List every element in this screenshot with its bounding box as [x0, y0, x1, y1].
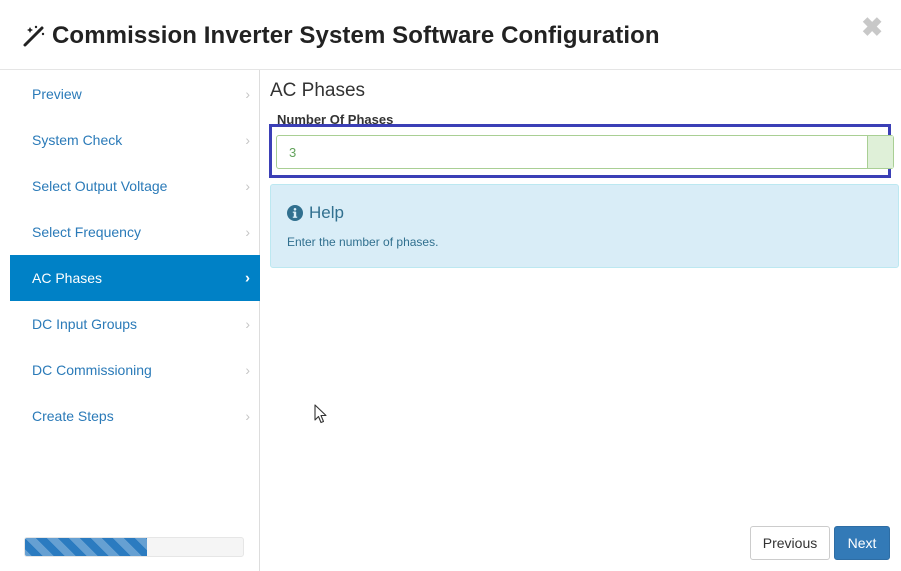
- chevron-right-icon: ›: [245, 269, 250, 287]
- number-of-phases-field: [276, 135, 894, 169]
- chevron-right-icon: ›: [245, 408, 250, 424]
- sidebar-item-label: DC Input Groups: [32, 316, 138, 332]
- chevron-right-icon: ›: [245, 224, 250, 240]
- chevron-right-icon: ›: [245, 86, 250, 102]
- sidebar-item-label: DC Commissioning: [32, 362, 152, 378]
- next-button[interactable]: Next: [834, 526, 890, 560]
- progress-fill: [25, 538, 148, 556]
- close-icon[interactable]: ✖: [861, 14, 883, 40]
- help-title: Help: [309, 203, 344, 222]
- help-text: Enter the number of phases.: [287, 235, 439, 249]
- help-panel: Help Enter the number of phases.: [270, 184, 899, 268]
- section-title: AC Phases: [270, 80, 366, 101]
- sidebar-item-system-check[interactable]: System Check ›: [10, 117, 260, 163]
- wizard-sidebar: Preview › System Check › Select Output V…: [10, 70, 260, 571]
- input-status-addon: [867, 136, 893, 168]
- sidebar-item-preview[interactable]: Preview ›: [10, 71, 260, 117]
- sidebar-item-dc-input-groups[interactable]: DC Input Groups ›: [10, 301, 260, 347]
- number-of-phases-input[interactable]: [277, 136, 865, 168]
- mouse-pointer-icon: [314, 404, 327, 424]
- previous-button[interactable]: Previous: [750, 526, 830, 560]
- chevron-right-icon: ›: [245, 178, 250, 194]
- chevron-right-icon: ›: [245, 316, 250, 332]
- dialog-title: Commission Inverter System Software Conf…: [52, 22, 660, 49]
- dialog-title-wrap: Commission Inverter System Software Conf…: [22, 22, 660, 50]
- sidebar-item-select-output-voltage[interactable]: Select Output Voltage ›: [10, 163, 260, 209]
- sidebar-item-label: Preview: [32, 86, 82, 102]
- sidebar-item-create-steps[interactable]: Create Steps ›: [10, 393, 260, 439]
- chevron-right-icon: ›: [245, 132, 250, 148]
- sidebar-item-label: System Check: [32, 132, 123, 148]
- sidebar-item-select-frequency[interactable]: Select Frequency ›: [10, 209, 260, 255]
- help-header: Help: [287, 203, 344, 223]
- dialog-header: Commission Inverter System Software Conf…: [0, 0, 901, 70]
- info-circle-icon: [287, 205, 303, 221]
- sidebar-item-label: Select Output Voltage: [32, 178, 168, 194]
- wizard-progress-bar: [24, 537, 244, 557]
- sidebar-item-label: Select Frequency: [32, 224, 141, 240]
- sidebar-item-label: AC Phases: [32, 270, 103, 286]
- step-content: AC Phases Number Of Phases Help Enter th…: [269, 70, 901, 571]
- sidebar-item-dc-commissioning[interactable]: DC Commissioning ›: [10, 347, 260, 393]
- sidebar-item-ac-phases[interactable]: AC Phases ›: [10, 255, 260, 301]
- chevron-right-icon: ›: [245, 362, 250, 378]
- sidebar-item-label: Create Steps: [32, 408, 114, 424]
- magic-wand-icon: [23, 25, 45, 47]
